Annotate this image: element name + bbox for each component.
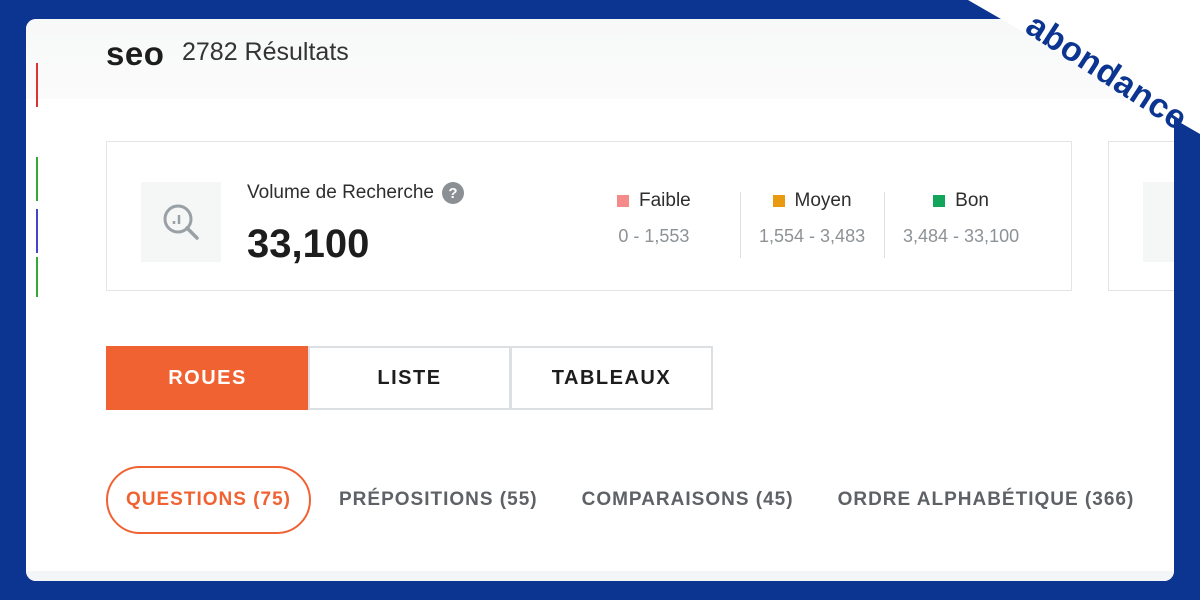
corner-banner: [968, 0, 1200, 134]
